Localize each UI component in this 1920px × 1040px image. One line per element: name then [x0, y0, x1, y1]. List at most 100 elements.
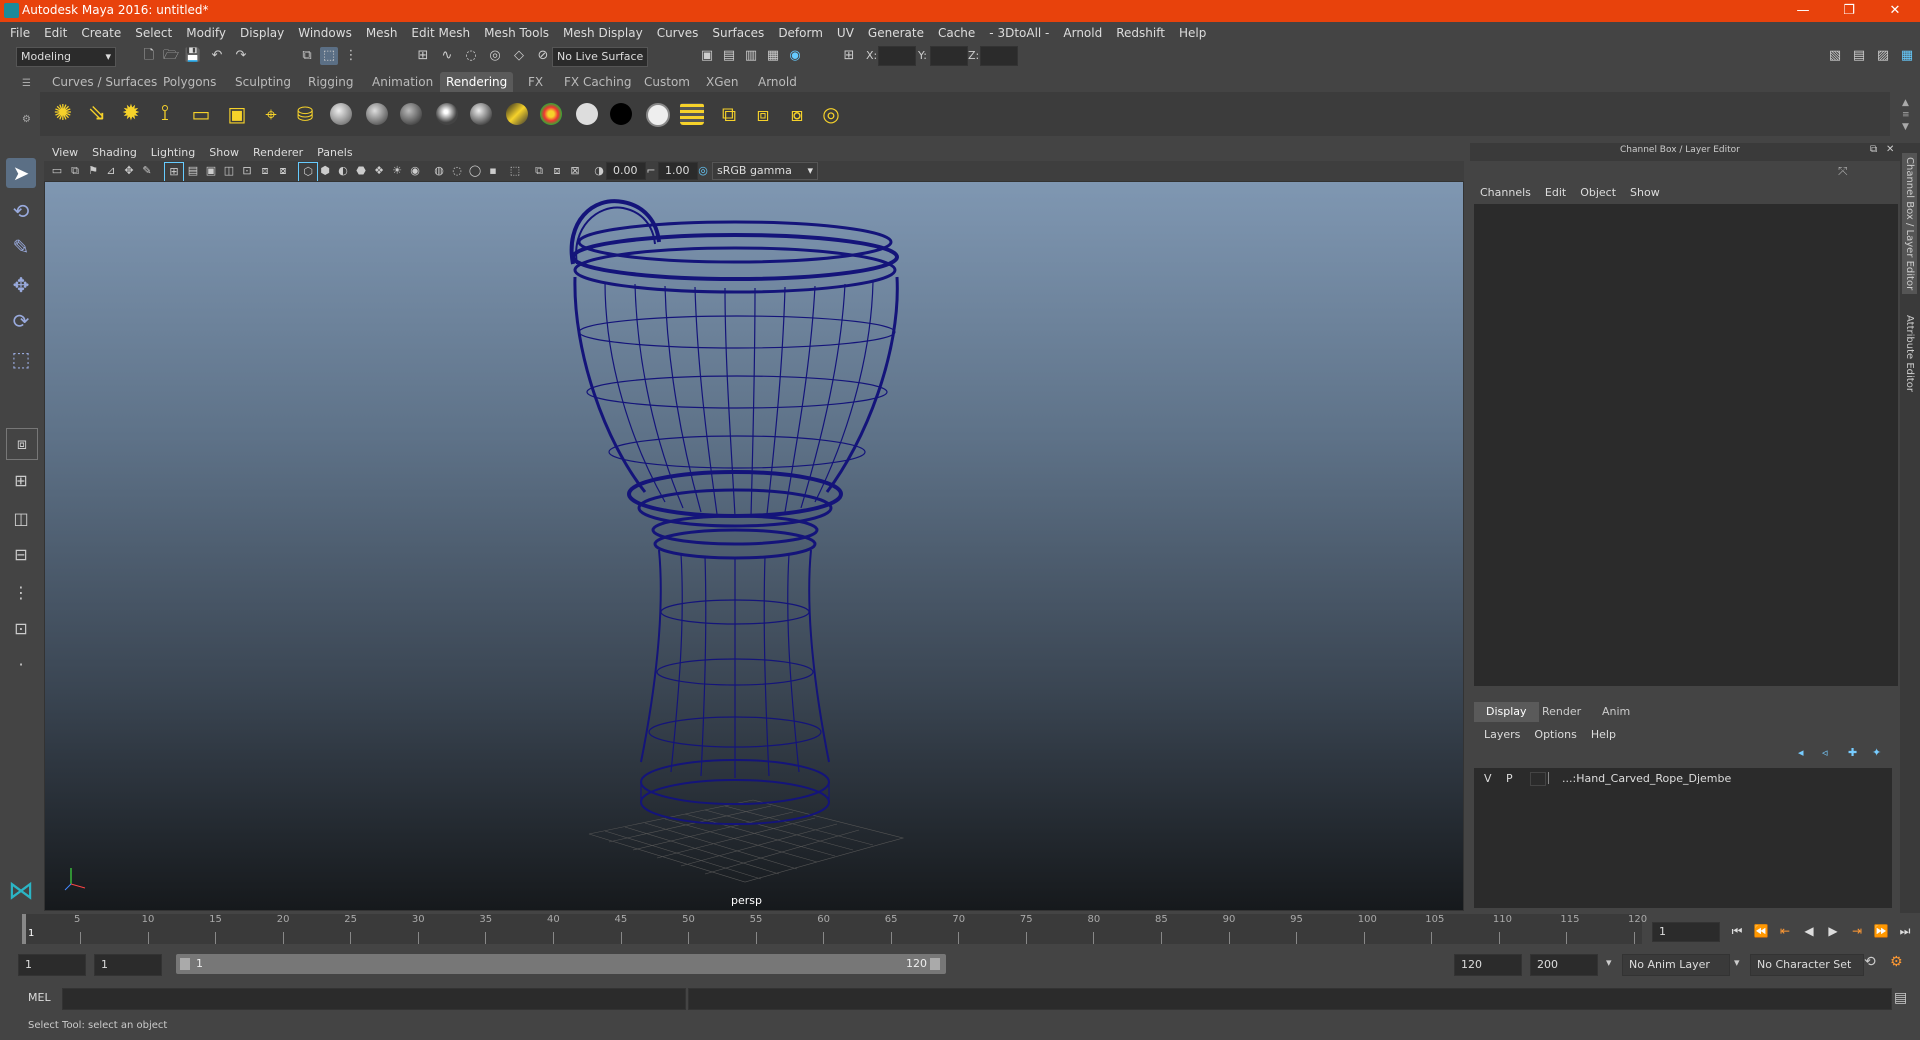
- time-slider[interactable]: 1 5 10 15 20 25 30 35 40 45 50 55 60 65 70 75 80 85 90 95 1…: [22, 914, 1647, 944]
- menu-deform[interactable]: Deform: [774, 22, 827, 44]
- play-backwards-icon[interactable]: ◀: [1800, 922, 1818, 940]
- shelf-tab-animation[interactable]: Animation: [366, 72, 439, 92]
- shelf-tab-fx-caching[interactable]: FX Caching: [558, 72, 637, 92]
- ipr-render-icon[interactable]: ▤: [720, 47, 738, 65]
- viewport-menu-shading[interactable]: Shading: [92, 146, 137, 159]
- float-panel-icon[interactable]: ⧉: [1870, 144, 1877, 155]
- layer-tab-anim[interactable]: Anim: [1590, 702, 1642, 722]
- viewport-menu-show[interactable]: Show: [209, 146, 239, 159]
- volume-light-icon[interactable]: ▣: [224, 101, 250, 127]
- layer-menu-layers[interactable]: Layers: [1484, 728, 1520, 741]
- menu-3dtoall[interactable]: - 3DtoAll -: [985, 22, 1053, 44]
- save-scene-icon[interactable]: 💾: [184, 47, 202, 65]
- character-set-selector[interactable]: No Character Set: [1750, 954, 1864, 976]
- select-camera-icon[interactable]: ▭: [48, 162, 66, 180]
- shelf-tab-curves-surfaces[interactable]: Curves / Surfaces: [46, 72, 163, 92]
- layer-tab-render[interactable]: Render: [1530, 702, 1593, 722]
- blinn-material-icon[interactable]: [366, 103, 388, 125]
- menu-edit[interactable]: Edit: [40, 22, 71, 44]
- transform-field-toggle-icon[interactable]: ⊞: [840, 47, 858, 65]
- ambient-light-icon[interactable]: ✺: [50, 101, 76, 127]
- snap-curve-icon[interactable]: ∿: [438, 47, 456, 65]
- menu-surfaces[interactable]: Surfaces: [708, 22, 768, 44]
- menu-uv[interactable]: UV: [833, 22, 858, 44]
- menu-generate[interactable]: Generate: [864, 22, 928, 44]
- field-chart-icon[interactable]: ⊡: [238, 162, 256, 180]
- snap-grid-icon[interactable]: ⊞: [414, 47, 432, 65]
- anim-layer-selector[interactable]: No Anim Layer: [1622, 954, 1730, 976]
- script-editor-icon[interactable]: ▤: [1894, 990, 1907, 1006]
- camera-aim-icon[interactable]: ⌖: [258, 101, 284, 127]
- safe-action-icon[interactable]: ⧈: [256, 162, 274, 180]
- menu-mesh-tools[interactable]: Mesh Tools: [480, 22, 553, 44]
- channel-box-menu-show[interactable]: Show: [1630, 186, 1660, 199]
- menu-file[interactable]: File: [6, 22, 34, 44]
- layer-name[interactable]: ...:Hand_Carved_Rope_Djembe: [1562, 772, 1731, 785]
- undo-icon[interactable]: ↶: [208, 47, 226, 65]
- viewport-menu-panels[interactable]: Panels: [317, 146, 352, 159]
- new-layer-icon[interactable]: ✚: [1848, 746, 1857, 759]
- area-light-icon[interactable]: ▭: [188, 101, 214, 127]
- side-tab-channel-box[interactable]: Channel Box / Layer Editor: [1902, 153, 1917, 295]
- two-d-pan-icon[interactable]: ✥: [120, 162, 138, 180]
- channel-box-menu-object[interactable]: Object: [1580, 186, 1616, 199]
- menu-modify[interactable]: Modify: [182, 22, 230, 44]
- live-surface-field[interactable]: No Live Surface: [552, 47, 648, 67]
- scale-tool-icon[interactable]: ⬚: [6, 344, 36, 374]
- wireframe-on-shaded-icon[interactable]: ⬣: [352, 162, 370, 180]
- custom-layout-icon[interactable]: ·: [6, 650, 36, 680]
- shelf-menu-down-icon[interactable]: ≡: [1902, 110, 1910, 120]
- hypershade-layout-icon[interactable]: ⊡: [6, 614, 36, 644]
- menu-arnold[interactable]: Arnold: [1059, 22, 1106, 44]
- y-field[interactable]: [930, 46, 968, 66]
- use-background-icon[interactable]: [610, 103, 632, 125]
- point-light-icon[interactable]: ✹: [118, 101, 144, 127]
- persp-graph-layout-icon[interactable]: ⊟: [6, 540, 36, 570]
- select-hierarchy-icon[interactable]: ⧉: [298, 47, 316, 65]
- command-language-label[interactable]: MEL: [28, 991, 51, 1004]
- screen-space-ao-icon[interactable]: ◍: [430, 162, 448, 180]
- textured-icon[interactable]: ❖: [370, 162, 388, 180]
- step-forward-key-icon[interactable]: ⇥: [1848, 922, 1866, 940]
- layered-shader-icon[interactable]: [506, 103, 528, 125]
- camera-icon[interactable]: ⛁: [292, 101, 318, 127]
- shelf-tab-sculpting[interactable]: Sculpting: [229, 72, 297, 92]
- playback-start-field[interactable]: 1: [94, 954, 162, 976]
- xray-icon[interactable]: ⧉: [530, 162, 548, 180]
- close-panel-icon[interactable]: ✕: [1886, 144, 1894, 155]
- z-field[interactable]: [980, 46, 1018, 66]
- channel-box-manip-icon[interactable]: ⤧: [1838, 164, 1848, 179]
- open-scene-icon[interactable]: 🗁: [162, 47, 180, 65]
- single-perspective-layout-icon[interactable]: ⧈: [6, 428, 38, 460]
- select-component-icon[interactable]: ⋮: [342, 47, 360, 65]
- shelf-tab-xgen[interactable]: XGen: [700, 72, 745, 92]
- wireframe-shading-icon[interactable]: ⬡: [298, 162, 318, 182]
- render-view-shelf-icon[interactable]: [680, 103, 704, 125]
- shelf-tab-rendering[interactable]: Rendering: [440, 72, 514, 92]
- go-to-end-icon[interactable]: ⏭: [1896, 922, 1914, 940]
- spot-light-icon[interactable]: ⟟: [152, 101, 178, 127]
- film-gate-icon[interactable]: ▤: [184, 162, 202, 180]
- lambert-material-icon[interactable]: [330, 103, 352, 125]
- xray-joints-icon[interactable]: ⧈: [548, 162, 566, 180]
- end-time-field[interactable]: 200: [1530, 954, 1598, 976]
- color-space-selector[interactable]: sRGB gamma ▾: [712, 162, 818, 180]
- layer-visibility-toggle[interactable]: V: [1484, 772, 1492, 785]
- chevron-down-icon[interactable]: ▾: [1606, 956, 1612, 969]
- channel-box-panel[interactable]: [1474, 204, 1898, 686]
- current-time-marker[interactable]: [22, 914, 26, 944]
- shelf-tab-polygons[interactable]: Polygons: [157, 72, 222, 92]
- directional-light-icon[interactable]: ⇘: [84, 101, 110, 127]
- step-forward-frame-icon[interactable]: ⏩: [1872, 922, 1890, 940]
- snap-point-icon[interactable]: ◌: [462, 47, 480, 65]
- layer-color-swatch[interactable]: [1548, 772, 1561, 784]
- menu-mesh[interactable]: Mesh: [362, 22, 402, 44]
- minimize-button[interactable]: —: [1780, 0, 1826, 22]
- shadows-icon[interactable]: ◉: [406, 162, 424, 180]
- color-management-icon[interactable]: ◎: [694, 162, 712, 180]
- menu-create[interactable]: Create: [77, 22, 125, 44]
- move-layer-down-icon[interactable]: ◃: [1822, 746, 1828, 759]
- channel-box-icon[interactable]: ▦: [1898, 47, 1916, 65]
- close-button[interactable]: ✕: [1872, 0, 1918, 22]
- paint-select-tool-icon[interactable]: ✎: [6, 232, 36, 262]
